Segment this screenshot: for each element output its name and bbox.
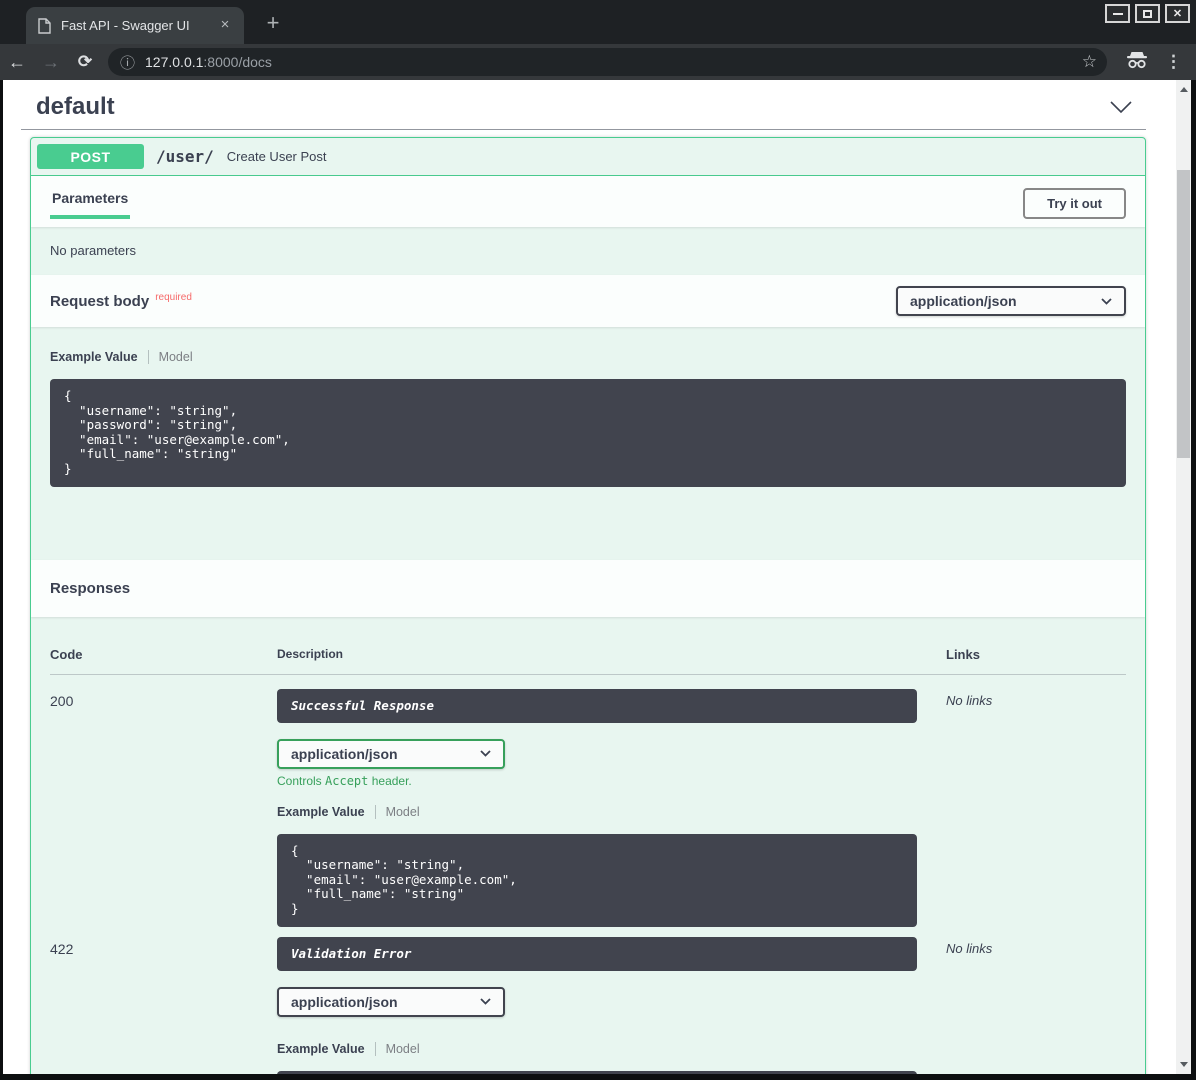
parameters-header: Parameters Try it out xyxy=(31,176,1145,227)
response-200-description-cell: Successful Response application/json Con… xyxy=(277,689,946,927)
response-422-description: Validation Error xyxy=(277,937,917,971)
response-422-media-type-value: application/json xyxy=(291,994,398,1010)
endpoint-summary: Create User Post xyxy=(227,149,327,164)
response-422-media-type-select[interactable]: application/json xyxy=(277,987,505,1017)
column-code: Code xyxy=(50,647,277,662)
browser-toolbar: ← → ⟳ ⓘ 127.0.0.1:8000/docs ☆ ⋮ xyxy=(0,44,1196,80)
request-content-type-select[interactable]: application/json xyxy=(896,286,1126,316)
browser-menu-icon[interactable]: ⋮ xyxy=(1165,52,1182,72)
tab-example-value[interactable]: Example Value xyxy=(277,805,376,819)
incognito-icon xyxy=(1125,51,1149,74)
no-parameters-text: No parameters xyxy=(31,227,1145,275)
window-controls: ✕ xyxy=(1105,4,1190,23)
scrollbar-down-icon[interactable] xyxy=(1176,1057,1191,1072)
minimize-button[interactable] xyxy=(1105,4,1130,23)
scrollbar-up-icon[interactable] xyxy=(1176,82,1191,97)
section-divider xyxy=(21,129,1146,130)
tab-close-icon[interactable]: × xyxy=(216,17,234,35)
new-tab-button[interactable]: + xyxy=(260,10,286,36)
select-chevron-icon xyxy=(1101,298,1112,305)
response-200-example-code: { "username": "string", "email": "user@e… xyxy=(277,834,917,927)
default-section-header[interactable]: default xyxy=(21,80,1146,127)
column-links: Links xyxy=(946,647,1126,662)
response-422-description-cell: Validation Error application/json Exampl… xyxy=(277,937,946,1074)
response-200-media-type-value: application/json xyxy=(291,746,398,762)
page-viewport: default POST /user/ Create User Post Par… xyxy=(3,80,1191,1074)
back-icon[interactable]: ← xyxy=(0,52,34,73)
request-body-example-area: Example Value Model { "username": "strin… xyxy=(31,327,1145,487)
url-host: 127.0.0.1 xyxy=(145,54,203,70)
responses-header: Responses xyxy=(31,560,1145,617)
response-200-description: Successful Response xyxy=(277,689,917,723)
select-chevron-icon xyxy=(480,750,491,757)
response-200-links: No links xyxy=(946,689,1126,927)
request-body-example-code: { "username": "string", "password": "str… xyxy=(50,379,1126,487)
site-info-icon[interactable]: ⓘ xyxy=(120,52,135,73)
browser-tabstrip: Fast API - Swagger UI × + xyxy=(0,0,1196,44)
url-path: :8000/docs xyxy=(203,54,272,70)
maximize-button[interactable] xyxy=(1135,4,1160,23)
request-body-header: Request bodyrequired application/json xyxy=(31,275,1145,327)
response-code-200: 200 xyxy=(50,689,277,927)
close-button[interactable]: ✕ xyxy=(1165,4,1190,23)
column-description: Description xyxy=(277,647,946,662)
tab-title: Fast API - Swagger UI xyxy=(61,18,216,33)
page-favicon-icon xyxy=(38,18,51,34)
response-422-links: No links xyxy=(946,937,1126,1074)
tab-model[interactable]: Model xyxy=(149,350,193,364)
request-body-title: Request bodyrequired xyxy=(50,292,192,310)
required-label: required xyxy=(155,292,192,303)
responses-table: Code Description Links 200 Successful Re… xyxy=(31,617,1145,1074)
section-title: default xyxy=(36,93,115,121)
tab-model[interactable]: Model xyxy=(376,1042,420,1056)
reload-icon[interactable]: ⟳ xyxy=(68,52,102,72)
controls-accept-note: Controls Accept header. xyxy=(277,774,946,788)
tab-example-value[interactable]: Example Value xyxy=(277,1042,376,1056)
opblock-summary[interactable]: POST /user/ Create User Post xyxy=(31,138,1145,176)
browser-tab[interactable]: Fast API - Swagger UI × xyxy=(26,7,244,44)
forward-icon[interactable]: → xyxy=(34,52,68,73)
page-scrollbar[interactable] xyxy=(1176,80,1191,1074)
method-badge: POST xyxy=(37,144,144,169)
select-chevron-icon xyxy=(480,998,491,1005)
responses-title: Responses xyxy=(50,580,130,597)
minimize-icon xyxy=(1113,13,1123,15)
tab-model[interactable]: Model xyxy=(376,805,420,819)
responses-column-headers: Code Description Links xyxy=(50,647,1126,675)
tab-example-value[interactable]: Example Value xyxy=(50,350,149,364)
response-200-media-type-select[interactable]: application/json xyxy=(277,739,505,769)
chevron-down-icon[interactable] xyxy=(1110,101,1132,114)
response-row-200: 200 Successful Response application/json… xyxy=(50,675,1126,927)
request-content-type-value: application/json xyxy=(910,293,1017,309)
endpoint-path: /user/ xyxy=(156,147,214,166)
bookmark-star-icon[interactable]: ☆ xyxy=(1082,52,1097,72)
maximize-icon xyxy=(1143,10,1152,18)
try-it-out-button[interactable]: Try it out xyxy=(1023,188,1126,219)
tab-parameters[interactable]: Parameters xyxy=(50,188,130,219)
url-text[interactable]: 127.0.0.1:8000/docs xyxy=(145,54,1074,70)
response-row-422: 422 Validation Error application/json xyxy=(50,927,1126,1074)
response-code-422: 422 xyxy=(50,937,277,1074)
address-bar[interactable]: ⓘ 127.0.0.1:8000/docs ☆ xyxy=(108,48,1107,76)
scrollbar-thumb[interactable] xyxy=(1177,170,1190,458)
close-icon: ✕ xyxy=(1173,7,1182,20)
response-422-example-code: { "detail": [ { xyxy=(277,1071,917,1074)
opblock-post-user: POST /user/ Create User Post Parameters … xyxy=(30,137,1146,1074)
